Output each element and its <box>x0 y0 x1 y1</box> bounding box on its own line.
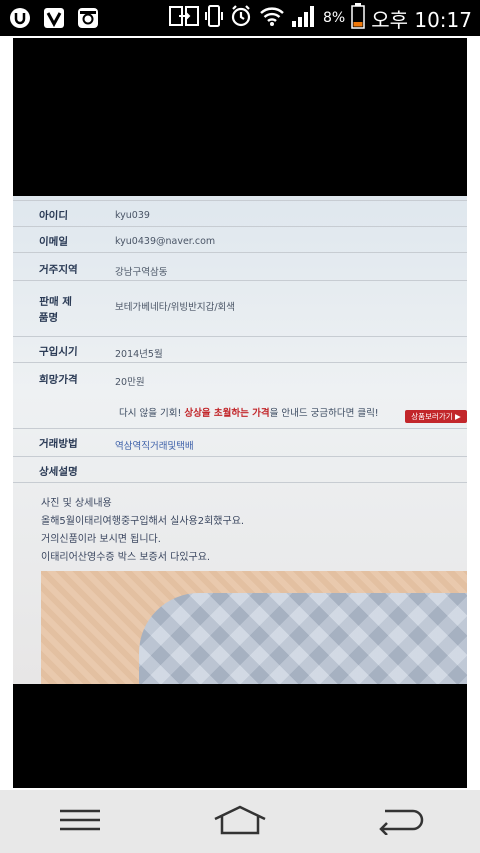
divider <box>13 226 467 227</box>
notice-highlight: 상상을 초월하는 가격 <box>184 408 270 419</box>
system-status: 8% 오후 10:17 <box>168 2 480 34</box>
row-value-email: kyu0439@naver.com <box>115 236 216 247</box>
detail-line: 이태리어산영수증 박스 보증서 다있구요. <box>41 552 211 563</box>
row-label-email: 이메일 <box>38 236 69 248</box>
signal-icon <box>291 4 317 33</box>
wifi-icon <box>259 5 285 32</box>
battery-icon <box>351 2 365 34</box>
divider <box>13 362 467 363</box>
home-icon <box>213 805 267 839</box>
detail-line: 사진 및 상세내용 <box>41 498 112 509</box>
notification-icons <box>0 6 100 30</box>
row-label-id: 아이디 <box>38 210 69 222</box>
clock: 오후 10:17 <box>371 7 472 32</box>
woven-wallet <box>139 593 467 684</box>
detail-line: 올해5월이태리여행중구입해서 실사용2회했구요. <box>41 516 245 527</box>
divider <box>13 280 467 281</box>
menu-icon <box>58 808 102 836</box>
notice-post: 을 안내드 궁금하다면 클릭! <box>269 408 379 419</box>
row-label-product: 판매 제 품명 <box>38 296 73 324</box>
row-label-purchase-date: 구입시기 <box>38 346 78 358</box>
alarm-icon <box>229 4 253 33</box>
home-button[interactable] <box>200 797 280 847</box>
row-value-purchase-date: 2014년5월 <box>115 349 163 360</box>
divider <box>13 252 467 253</box>
phone-vibrate-icon <box>204 4 223 33</box>
row-label-price: 희망가격 <box>38 374 78 386</box>
row-value-price: 20만원 <box>115 377 145 388</box>
row-label-trade-method: 거래방법 <box>38 438 78 450</box>
row-label-details: 상세설명 <box>38 466 78 478</box>
back-button[interactable] <box>360 797 440 847</box>
promo-notice: 다시 않을 기회! 상상을 초월하는 가격을 안내드 궁금하다면 클릭! <box>119 405 379 419</box>
listing-photo: 아이디 kyu039 이메일 kyu0439@naver.com 거주지역 강남… <box>13 196 467 684</box>
menu-button[interactable] <box>40 797 120 847</box>
back-icon <box>375 805 425 839</box>
divider <box>13 456 467 457</box>
row-value-product: 보테가베네타/위빙반지갑/회색 <box>115 302 236 313</box>
v-app-icon <box>42 6 66 30</box>
divider <box>13 336 467 337</box>
u-app-icon <box>8 6 32 30</box>
divider <box>13 428 467 429</box>
row-value-region: 강남구역삼동 <box>115 267 168 278</box>
battery-percent: 8% <box>322 10 346 26</box>
navigation-bar <box>0 790 480 853</box>
status-bar: 8% 오후 10:17 <box>0 0 480 36</box>
row-value-id: kyu039 <box>115 210 150 221</box>
wallet-photo <box>41 571 467 684</box>
divider <box>13 482 467 483</box>
screen-share-icon <box>168 5 199 32</box>
instagram-icon <box>76 6 100 30</box>
photo-viewer[interactable]: 아이디 kyu039 이메일 kyu0439@naver.com 거주지역 강남… <box>13 38 467 788</box>
view-product-button: 상품보러가기 ▶ <box>405 410 467 423</box>
detail-line: 거의신품이라 보시면 됩니다. <box>41 534 161 545</box>
row-value-trade-method: 역삼역직거래및택배 <box>115 441 194 452</box>
row-label-region: 거주지역 <box>38 264 78 276</box>
divider <box>13 200 467 201</box>
notice-pre: 다시 않을 기회! <box>119 408 182 419</box>
